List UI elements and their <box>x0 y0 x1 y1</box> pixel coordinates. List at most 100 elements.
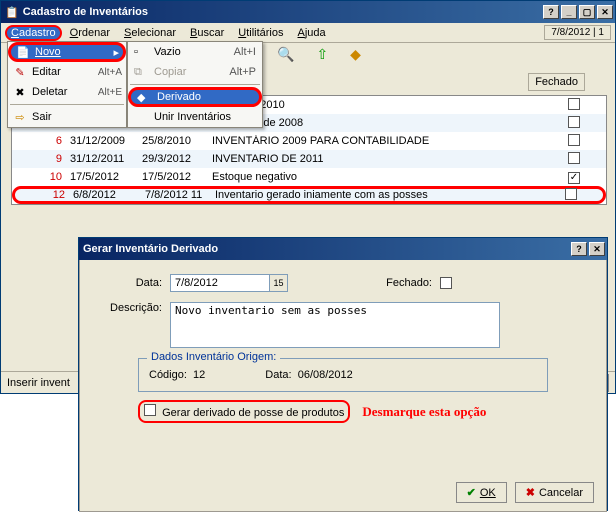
edit-icon: ✎ <box>12 64 28 80</box>
lbl-descricao: Descrição: <box>98 302 170 314</box>
status-text: Inserir invent <box>7 377 70 389</box>
menu-sair-label: Sair <box>32 111 52 123</box>
submenu-vazio[interactable]: ▫ Vazio Alt+I <box>128 42 262 62</box>
cell-data2: 25/8/2010 <box>138 135 208 147</box>
menu-utilitarios[interactable]: Utilitários <box>232 25 289 41</box>
submenu-arrow-icon: ▸ <box>113 46 119 59</box>
tag-icon[interactable]: ◆ <box>350 46 361 63</box>
cell-codigo: 10 <box>12 171 66 183</box>
data-input[interactable] <box>170 274 270 292</box>
cell-fechado <box>542 134 606 149</box>
fechado-checkbox[interactable] <box>440 277 452 289</box>
menu-editar-kb: Alt+A <box>98 67 122 78</box>
submenu-unir[interactable]: Unir Inventários <box>128 107 262 127</box>
cell-data1: 6/8/2012 <box>69 189 141 201</box>
posse-checkbox[interactable] <box>144 404 156 416</box>
ok-button[interactable]: ✔ OK <box>456 482 507 503</box>
cell-data2: 7/8/2012 11 <box>141 189 211 201</box>
origem-fieldset: Dados Inventário Origem: Código: 12 Data… <box>138 358 548 392</box>
main-titlebar: 📋 Cadastro de Inventários ? _ ▢ ✕ <box>1 1 615 23</box>
cell-data1: 31/12/2011 <box>66 153 138 165</box>
submenu-copiar-label: Copiar <box>154 66 186 78</box>
menu-cadastro[interactable]: Cadastro <box>5 25 62 41</box>
menu-selecionar[interactable]: Selecionar <box>118 25 182 41</box>
help-button[interactable]: ? <box>543 5 559 19</box>
row-checkbox[interactable] <box>568 98 580 110</box>
table-row[interactable]: 931/12/201129/3/2012INVENTARIO DE 2011 <box>12 150 606 168</box>
posse-label: Gerar derivado de posse de produtos <box>162 407 344 419</box>
submenu-vazio-label: Vazio <box>154 46 181 58</box>
origem-codigo-val: 12 <box>193 369 205 381</box>
export-icon[interactable]: ⇧ <box>316 46 328 63</box>
origem-legend: Dados Inventário Origem: <box>147 351 280 363</box>
posse-note: Desmarque esta opção <box>362 404 486 420</box>
exit-icon: ⇨ <box>12 109 28 125</box>
table-row[interactable]: 1017/5/201217/5/2012Estoque negativo✓ <box>12 168 606 186</box>
cell-data1: 31/12/2009 <box>66 135 138 147</box>
calendar-icon[interactable]: 15 <box>270 274 288 292</box>
dialog-close-button[interactable]: ✕ <box>589 242 605 256</box>
table-row[interactable]: 631/12/200925/8/2010INVENTÁRIO 2009 PARA… <box>12 132 606 150</box>
cell-desc: Estoque negativo <box>208 171 542 183</box>
cancel-button[interactable]: ✖ Cancelar <box>515 482 594 503</box>
menu-ordenar[interactable]: Ordenar <box>64 25 116 41</box>
row-checkbox[interactable] <box>568 116 580 128</box>
tag-icon: ◆ <box>137 91 153 104</box>
cell-data2: 17/5/2012 <box>138 171 208 183</box>
menu-deletar-label: Deletar <box>32 86 67 98</box>
descricao-input[interactable] <box>170 302 500 348</box>
toolbar: 🔍 ⇧ ◆ <box>277 40 361 68</box>
submenu-derivado[interactable]: ◆ Derivado <box>128 87 262 107</box>
dialog-help-button[interactable]: ? <box>571 242 587 256</box>
menu-novo[interactable]: 📄 Novo ▸ <box>8 42 126 62</box>
row-checkbox[interactable] <box>568 134 580 146</box>
row-checkbox[interactable] <box>565 188 577 200</box>
cell-fechado <box>542 152 606 167</box>
delete-icon: ✖ <box>12 84 28 100</box>
submenu-vazio-kb: Alt+I <box>234 46 256 58</box>
submenu-copiar-kb: Alt+P <box>229 66 256 78</box>
derivado-dialog: Gerar Inventário Derivado ? ✕ Data: 15 F… <box>78 237 608 511</box>
minimize-button[interactable]: _ <box>561 5 577 19</box>
cell-desc: INVENTARIO DE 2011 <box>208 153 542 165</box>
table-row[interactable]: 126/8/20127/8/2012 11Inventario gerado i… <box>12 186 606 204</box>
cell-fechado <box>539 188 603 203</box>
cell-codigo: 12 <box>15 189 69 201</box>
menu-deletar[interactable]: ✖ Deletar Alt+E <box>8 82 126 102</box>
submenu-unir-label: Unir Inventários <box>154 111 231 123</box>
binoculars-icon[interactable]: 🔍 <box>277 46 294 63</box>
cell-fechado <box>542 116 606 131</box>
row-checkbox[interactable] <box>568 152 580 164</box>
copy-icon: ⧉ <box>134 66 150 79</box>
origem-data-val: 06/08/2012 <box>298 369 353 381</box>
new-icon: 📄 <box>15 44 31 60</box>
menu-editar[interactable]: ✎ Editar Alt+A <box>8 62 126 82</box>
check-icon: ✔ <box>467 486 476 499</box>
menu-sair[interactable]: ⇨ Sair <box>8 107 126 127</box>
submenu-copiar: ⧉ Copiar Alt+P <box>128 62 262 82</box>
window-title: Cadastro de Inventários <box>23 6 148 18</box>
cell-desc: INVENTÁRIO 2009 PARA CONTABILIDADE <box>208 135 542 147</box>
cancel-label: Cancelar <box>539 487 583 499</box>
cell-desc: Inventario gerado iniamente com as posse… <box>211 189 539 201</box>
close-button[interactable]: ✕ <box>597 5 613 19</box>
lbl-fechado: Fechado: <box>380 277 440 289</box>
lbl-data: Data: <box>98 277 170 289</box>
posse-highlight: Gerar derivado de posse de produtos <box>138 400 350 423</box>
origem-data-lbl: Data: <box>265 369 291 381</box>
blank-doc-icon: ▫ <box>134 46 150 58</box>
submenu-derivado-label: Derivado <box>157 91 201 103</box>
menu-novo-label: Novo <box>35 46 61 58</box>
cell-data2: 29/3/2012 <box>138 153 208 165</box>
cell-codigo: 6 <box>12 135 66 147</box>
dialog-titlebar: Gerar Inventário Derivado ? ✕ <box>79 238 607 260</box>
menu-ajuda[interactable]: Ajuda <box>292 25 332 41</box>
menu-editar-label: Editar <box>32 66 61 78</box>
col-fechado[interactable]: Fechado <box>528 73 585 91</box>
cell-codigo: 9 <box>12 153 66 165</box>
maximize-button[interactable]: ▢ <box>579 5 595 19</box>
menu-buscar[interactable]: Buscar <box>184 25 230 41</box>
row-checkbox[interactable]: ✓ <box>568 172 580 184</box>
cell-fechado: ✓ <box>542 171 606 184</box>
x-icon: ✖ <box>526 486 535 499</box>
